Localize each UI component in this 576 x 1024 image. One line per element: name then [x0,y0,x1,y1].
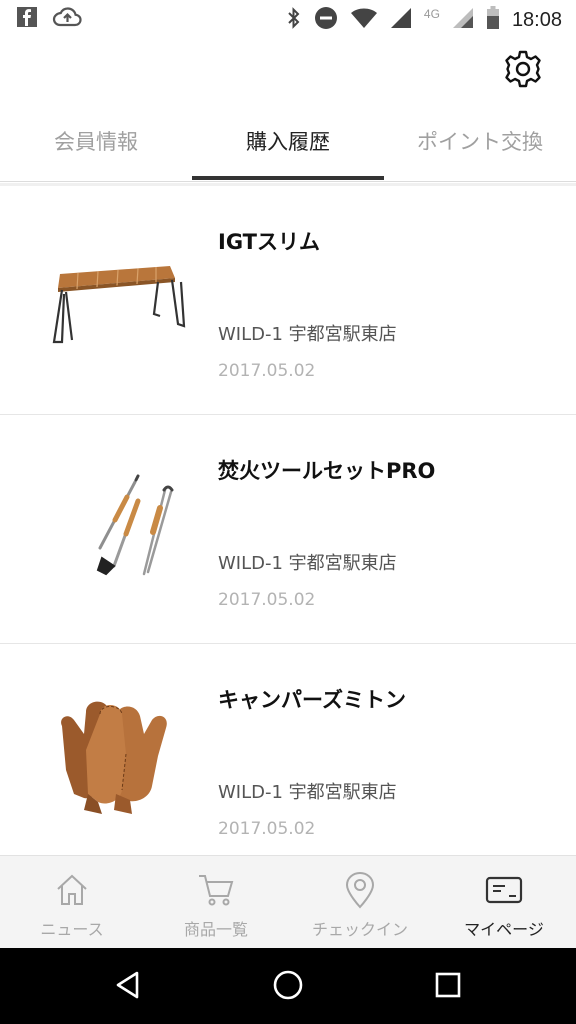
tab-purchase-history[interactable]: 購入履歴 [192,100,384,182]
member-card-icon [432,870,576,910]
nav-label: 商品一覧 [183,920,248,939]
back-button[interactable] [103,962,153,1012]
settings-button[interactable] [502,50,544,92]
nav-label: マイページ [464,920,544,939]
signal-icon-secondary [452,7,474,33]
app-bar [0,40,576,100]
nav-mypage[interactable]: マイページ [432,856,576,949]
purchase-date: 2017.05.02 [218,590,316,610]
purchase-date: 2017.05.02 [218,361,316,381]
tab-bar: 会員情報 購入履歴 ポイント交換 [0,100,576,182]
gear-icon [503,49,543,93]
location-pin-icon [288,870,432,910]
nav-checkin[interactable]: チェックイン [288,856,432,949]
purchase-item[interactable]: 焚火ツールセットPRO WILD-1 宇都宮駅東店 2017.05.02 [0,415,576,644]
nav-news[interactable]: ニュース [0,856,144,949]
active-tab-indicator [192,176,384,180]
wifi-icon [350,7,378,33]
purchase-history-list[interactable]: IGTスリム WILD-1 宇都宮駅東店 2017.05.02 焚火ツールセット… [0,183,576,855]
product-name: キャンパーズミトン [218,688,406,712]
product-image-igt-slim [40,236,190,366]
tab-point-exchange[interactable]: ポイント交換 [384,100,576,182]
store-name: WILD-1 宇都宮駅東店 [218,324,397,345]
battery-icon [486,6,500,34]
purchase-item[interactable]: IGTスリム WILD-1 宇都宮駅東店 2017.05.02 [0,186,576,415]
do-not-disturb-icon [314,6,338,34]
recents-button[interactable] [423,962,473,1012]
signal-icon [390,7,412,33]
home-icon [0,870,144,910]
product-name: IGTスリム [218,230,321,254]
cloud-upload-icon [52,6,82,32]
product-image-campers-mitten [40,694,190,824]
store-name: WILD-1 宇都宮駅東店 [218,782,397,803]
status-time: 18:08 [511,8,562,31]
status-bar: 4G 18:08 [0,0,576,40]
store-name: WILD-1 宇都宮駅東店 [218,553,397,574]
system-navigation-bar [0,948,576,1024]
recents-icon [434,971,462,1003]
nav-products[interactable]: 商品一覧 [144,856,288,949]
product-image-fire-tool-set [40,465,190,595]
nav-label: ニュース [40,920,104,939]
purchase-date: 2017.05.02 [218,819,316,839]
home-circle-icon [272,969,304,1005]
status-left-icons [16,6,82,32]
cart-icon [144,870,288,910]
tab-member-info[interactable]: 会員情報 [0,100,192,182]
network-type-label: 4G [423,7,440,21]
home-button[interactable] [263,962,313,1012]
bluetooth-icon [286,6,302,34]
status-right-icons: 4G 18:08 [286,6,562,34]
purchase-item[interactable]: キャンパーズミトン WILD-1 宇都宮駅東店 2017.05.02 [0,644,576,855]
facebook-icon [16,6,38,32]
product-name: 焚火ツールセットPRO [218,459,436,483]
nav-label: チェックイン [311,920,408,939]
bottom-navigation: ニュース 商品一覧 チェックイン マイページ [0,855,576,948]
back-icon [113,970,143,1004]
